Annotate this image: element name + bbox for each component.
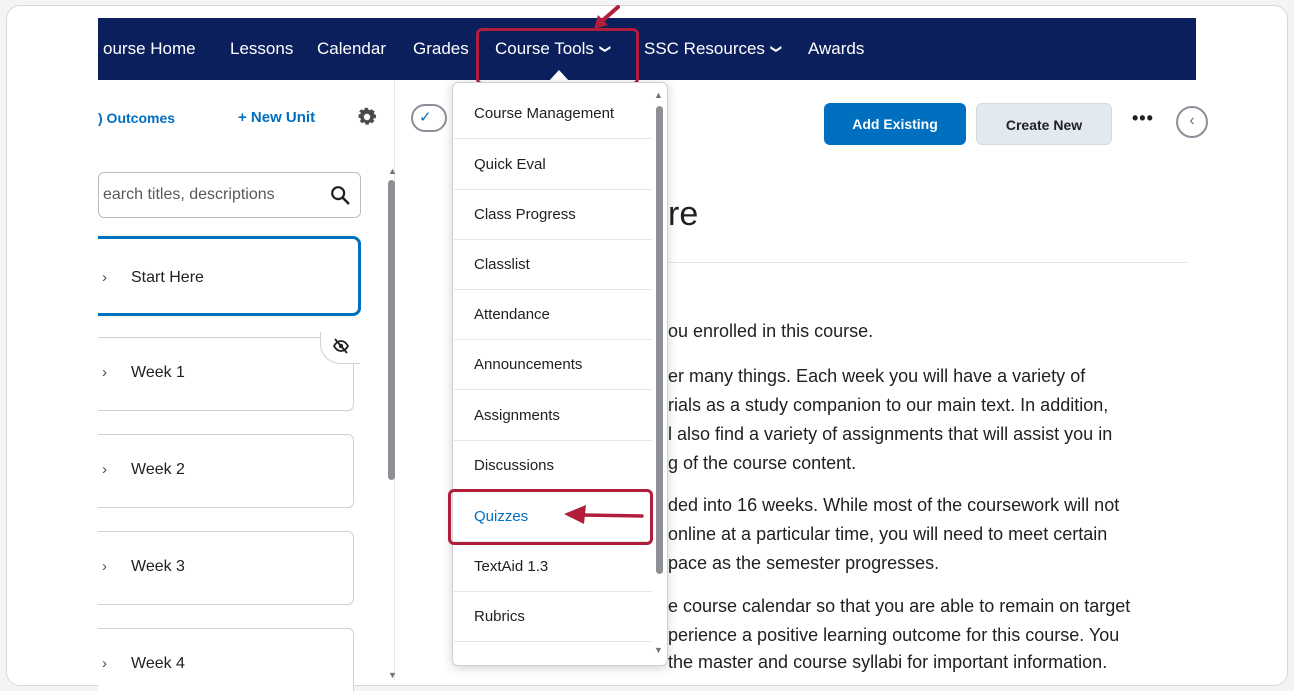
content-line: g of the course content.	[668, 453, 857, 473]
collapse-button[interactable]: ‹	[1176, 106, 1208, 138]
unit-label: Week 1	[131, 364, 185, 381]
chevron-right-icon: ›	[102, 558, 107, 575]
unit-week-2[interactable]: › Week 2	[98, 434, 354, 508]
visibility-hidden-icon	[332, 338, 350, 354]
content-line: perience a positive learning outcome for…	[668, 625, 1120, 645]
content-line: ded into 16 weeks. While most of the cou…	[668, 495, 1120, 515]
menu-item-classlist[interactable]: Classlist	[454, 240, 652, 290]
create-new-button[interactable]: Create New	[976, 103, 1112, 145]
more-options-button[interactable]: •••	[1132, 108, 1154, 129]
check-icon: ✓	[419, 109, 432, 126]
scroll-down-icon[interactable]: ▼	[388, 670, 397, 680]
content-line: er many things. Each week you will have …	[668, 366, 1086, 386]
course-tools-dropdown: Course Management Quick Eval Class Progr…	[452, 82, 668, 666]
scroll-down-icon[interactable]: ▼	[654, 645, 663, 655]
pointer-arrow-icon	[564, 505, 644, 524]
search-icon[interactable]	[329, 184, 351, 206]
dropdown-scrollbar[interactable]	[656, 106, 663, 574]
unit-label: Start Here	[131, 269, 204, 286]
menu-item-attendance[interactable]: Attendance	[454, 290, 652, 340]
unit-week-1[interactable]: › Week 1	[98, 337, 354, 411]
search-input[interactable]	[103, 183, 318, 207]
content-line: online at a particular time, you will ne…	[668, 524, 1108, 544]
unit-label: Week 4	[131, 655, 185, 672]
unit-week-4[interactable]: › Week 4	[98, 628, 354, 691]
menu-item-assignments[interactable]: Assignments	[454, 391, 652, 441]
new-unit-button[interactable]: + New Unit	[238, 109, 315, 126]
course-navbar: ourse Home Lessons Calendar Grades Cours…	[98, 18, 1196, 80]
chevron-down-icon: ❯	[770, 44, 784, 54]
hidden-badge	[320, 332, 360, 364]
gear-icon[interactable]	[356, 106, 378, 128]
nav-ssc-resources[interactable]: SSC Resources ❯	[644, 18, 783, 80]
chevron-right-icon: ›	[102, 364, 107, 381]
menu-item-discussions[interactable]: Discussions	[454, 441, 652, 491]
content-line: ou enrolled in this course.	[668, 321, 874, 341]
nav-course-home[interactable]: ourse Home	[103, 18, 196, 80]
scroll-up-icon[interactable]: ▲	[654, 90, 663, 100]
menu-item-announcements[interactable]: Announcements	[454, 340, 652, 390]
chevron-right-icon: ›	[102, 269, 107, 286]
nav-lessons[interactable]: Lessons	[230, 18, 293, 80]
menu-item-quick-eval[interactable]: Quick Eval	[454, 140, 652, 190]
nav-awards[interactable]: Awards	[808, 18, 864, 80]
content-line: the master and course syllabi for import…	[668, 652, 1108, 672]
nav-calendar[interactable]: Calendar	[317, 18, 386, 80]
search-field	[98, 172, 361, 218]
unit-week-3[interactable]: › Week 3	[98, 531, 354, 605]
content-line: l also find a variety of assignments tha…	[668, 424, 1113, 444]
unit-label: Week 2	[131, 461, 185, 478]
chevron-right-icon: ›	[102, 461, 107, 478]
unit-label: Week 3	[131, 558, 185, 575]
menu-item-class-progress[interactable]: Class Progress	[454, 190, 652, 240]
add-existing-button[interactable]: Add Existing	[824, 103, 966, 145]
menu-item-textaid[interactable]: TextAid 1.3	[454, 542, 652, 592]
pointer-arrow-icon	[594, 5, 620, 29]
outcomes-link[interactable]: ) Outcomes	[98, 110, 175, 126]
content-line: pace as the semester progresses.	[668, 553, 940, 573]
nav-ssc-resources-label: SSC Resources	[644, 39, 765, 58]
chevron-right-icon: ›	[102, 655, 107, 672]
content-line: rials as a study companion to our main t…	[668, 395, 1109, 415]
unit-start-here[interactable]: › Start Here	[98, 236, 361, 316]
page-title: re	[668, 195, 699, 233]
menu-item-course-management[interactable]: Course Management	[454, 89, 652, 139]
sidebar-scrollbar[interactable]	[388, 180, 395, 480]
scroll-up-icon[interactable]: ▲	[388, 166, 397, 176]
dropdown-caret	[548, 70, 570, 82]
select-toggle[interactable]: ✓	[411, 104, 447, 132]
menu-item-rubrics[interactable]: Rubrics	[454, 592, 652, 642]
title-divider	[668, 262, 1188, 263]
nav-grades[interactable]: Grades	[413, 18, 469, 80]
content-line: e course calendar so that you are able t…	[668, 596, 1131, 616]
